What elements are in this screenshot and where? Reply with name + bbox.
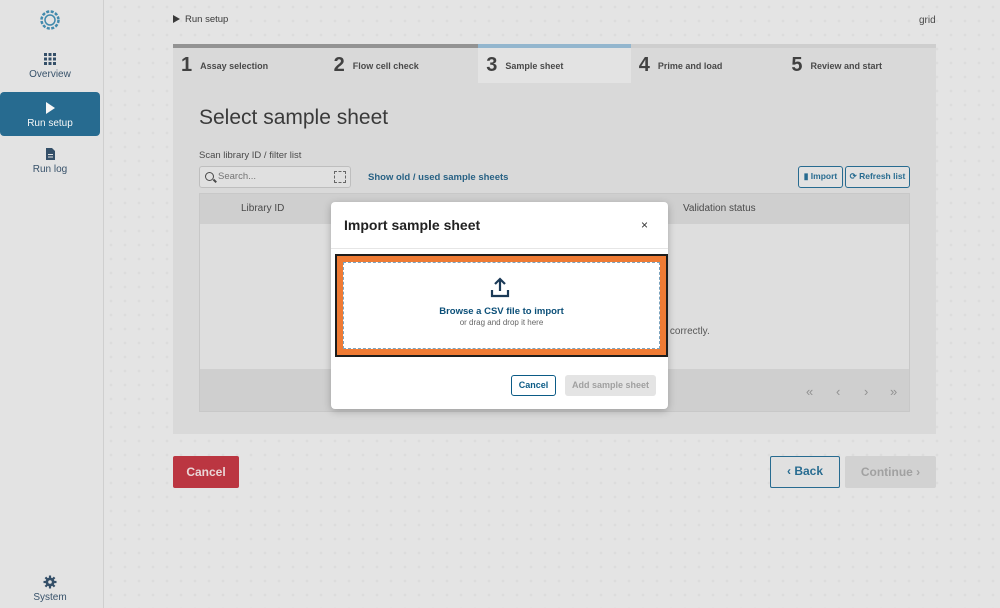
drag-drop-hint: or drag and drop it here — [459, 318, 544, 327]
divider — [331, 248, 668, 249]
file-drop-zone[interactable]: Browse a CSV file to import or drag and … — [343, 262, 660, 349]
modal-cancel-button[interactable]: Cancel — [511, 375, 556, 396]
upload-icon — [490, 277, 510, 298]
close-icon[interactable]: × — [641, 218, 648, 232]
browse-csv-link[interactable]: Browse a CSV file to import — [344, 306, 659, 317]
drop-zone-highlight: Browse a CSV file to import or drag and … — [335, 254, 668, 357]
modal-title: Import sample sheet — [344, 217, 481, 233]
import-sample-sheet-modal: Import sample sheet × Browse a CSV file … — [331, 202, 668, 409]
add-sample-sheet-button[interactable]: Add sample sheet — [565, 375, 656, 396]
